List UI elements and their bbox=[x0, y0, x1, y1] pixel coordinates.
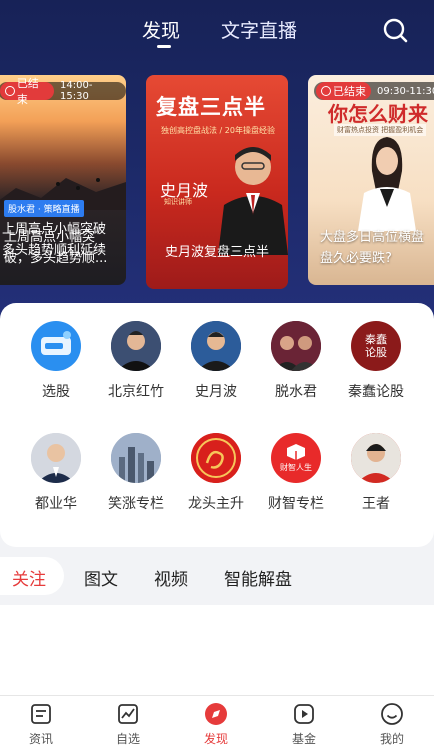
time-range: 09:30-11:30 bbox=[377, 85, 434, 97]
left-card-caption: 上周高点小幅突 破，多头趋势顺... bbox=[4, 227, 107, 269]
active-tab-indicator bbox=[157, 45, 171, 48]
column-label: 史月波 bbox=[195, 384, 237, 400]
card-caption: 大盘多日高位横盘 盘久必要跌? bbox=[320, 227, 434, 269]
column-grid-panel: 选股 北京红竹 史月波 脱水君 秦蠢论股 秦蠢论股 都业华 笑涨专栏 龙头主升 … bbox=[0, 303, 434, 547]
live-card-middle[interactable]: 复盘三点半 独创高控盘战法 / 20年操盘经验 史月波 知识讲师 史月波复盘三点… bbox=[146, 75, 288, 289]
bottom-nav: 资讯 自选 发现 基金 我的 bbox=[0, 695, 434, 750]
nav-item-watchlist[interactable]: 自选 bbox=[98, 702, 158, 747]
avatar bbox=[271, 321, 321, 371]
avatar-text: 财智人生 bbox=[280, 462, 312, 472]
avatar bbox=[31, 433, 81, 483]
column-item-du-yehua[interactable]: 都业华 bbox=[16, 433, 96, 513]
avatar bbox=[351, 433, 401, 483]
person-photo-icon bbox=[111, 321, 161, 371]
caption-line-2: 盘久必要跌? bbox=[320, 251, 392, 266]
nav-label: 基金 bbox=[291, 732, 316, 746]
tab-graphic[interactable]: 图文 bbox=[84, 565, 118, 590]
person-photo-icon bbox=[191, 321, 241, 371]
search-button[interactable] bbox=[381, 16, 409, 44]
nav-label: 自选 bbox=[115, 732, 140, 746]
column-label: 笑涨专栏 bbox=[108, 496, 164, 512]
column-label: 都业华 bbox=[35, 496, 77, 512]
clock-icon bbox=[5, 86, 15, 96]
person-photo-icon bbox=[351, 433, 401, 483]
status-text: 已结束 bbox=[333, 85, 366, 98]
ended-badge: 已结束 bbox=[0, 77, 55, 106]
column-label: 选股 bbox=[42, 384, 70, 400]
column-label: 北京红竹 bbox=[108, 384, 164, 400]
chart-icon bbox=[116, 702, 140, 726]
column-item-wangzhe[interactable]: 王者 bbox=[336, 433, 416, 513]
discover-header-area: 发现 文字直播 已结束 14:00-15:30 股水君 · 策略直播 上周高点小… bbox=[0, 0, 434, 330]
avatar bbox=[111, 321, 161, 371]
news-icon bbox=[29, 702, 53, 726]
fund-icon bbox=[292, 702, 316, 726]
avatar bbox=[191, 321, 241, 371]
profile-icon bbox=[380, 702, 404, 726]
caption-line-1: 大盘多日高位横盘 bbox=[320, 230, 425, 245]
host-photo bbox=[218, 147, 288, 255]
column-label: 龙头主升 bbox=[188, 496, 244, 512]
card-caption: 史月波复盘三点半 bbox=[164, 245, 269, 260]
program-title: 你怎么财来 bbox=[328, 102, 428, 126]
dragon-emblem-icon bbox=[191, 433, 241, 483]
tab-text-live[interactable]: 文字直播 bbox=[221, 16, 297, 43]
avatar bbox=[111, 433, 161, 483]
column-item-qinchun-lungu[interactable]: 秦蠢论股 秦蠢论股 bbox=[336, 321, 416, 401]
tab-video[interactable]: 视频 bbox=[154, 565, 188, 590]
clock-icon bbox=[321, 86, 331, 96]
box-logo-icon bbox=[287, 443, 305, 460]
city-skyline-icon bbox=[111, 433, 161, 483]
status-pill: 已结束 14:00-15:30 bbox=[0, 77, 126, 106]
nav-label: 资讯 bbox=[28, 732, 53, 746]
tab-discover[interactable]: 发现 bbox=[142, 16, 180, 43]
avatar-text: 秦蠢论股 bbox=[365, 333, 387, 359]
search-icon bbox=[383, 18, 408, 43]
host-photo bbox=[358, 137, 416, 231]
column-item-longtou-zhusheng[interactable]: 龙头主升 bbox=[176, 433, 256, 513]
caption-line-1: 上周高点小幅突 bbox=[4, 230, 96, 245]
tab-follow[interactable]: 关注 bbox=[12, 565, 46, 590]
time-range: 14:00-15:30 bbox=[60, 80, 93, 102]
calligraphy-avatar: 秦蠢论股 bbox=[351, 321, 401, 371]
column-label: 秦蠢论股 bbox=[348, 384, 404, 400]
person-photo-icon bbox=[31, 433, 81, 483]
caption-line-2: 破，多头趋势顺... bbox=[4, 251, 108, 266]
top-tab-bar: 发现 文字直播 bbox=[0, 14, 434, 54]
status-text: 已结束 bbox=[16, 77, 39, 106]
column-item-xiaozhang[interactable]: 笑涨专栏 bbox=[96, 433, 176, 513]
caizhi-avatar: 财智人生 bbox=[271, 433, 321, 483]
column-item-caizhi[interactable]: 财智人生 财智专栏 bbox=[256, 433, 336, 513]
nav-item-news[interactable]: 资讯 bbox=[11, 702, 71, 747]
stock-pick-icon bbox=[41, 331, 71, 355]
tab-smart-analysis[interactable]: 智能解盘 bbox=[224, 565, 292, 590]
column-item-beijing-hongzhu[interactable]: 北京红竹 bbox=[96, 321, 176, 401]
nav-item-discover[interactable]: 发现 bbox=[186, 702, 246, 747]
nav-item-profile[interactable]: 我的 bbox=[362, 702, 422, 747]
column-label: 脱水君 bbox=[275, 384, 317, 400]
nav-label: 发现 bbox=[203, 732, 228, 746]
xuangu-avatar bbox=[31, 321, 81, 371]
column-item-tuoshuijun[interactable]: 脱水君 bbox=[256, 321, 336, 401]
program-title: 复盘三点半 bbox=[156, 95, 266, 119]
column-label: 财智专栏 bbox=[268, 496, 324, 512]
group-photo-icon bbox=[271, 321, 321, 371]
column-item-shi-yuebo[interactable]: 史月波 bbox=[176, 321, 256, 401]
avatar bbox=[191, 433, 241, 483]
discover-icon bbox=[204, 702, 228, 726]
host-title: 知识讲师 bbox=[164, 198, 192, 206]
column-label: 王者 bbox=[362, 496, 390, 512]
feed-area bbox=[0, 605, 434, 695]
column-item-xuangu[interactable]: 选股 bbox=[16, 321, 96, 401]
live-card-right[interactable]: 已结束 09:30-11:30 你怎么财来 财富热点投资 把握盈利机会 大盘多日… bbox=[308, 75, 434, 285]
content-tab-bar: 关注 图文 视频 智能解盘 bbox=[0, 547, 434, 605]
live-tag: 股水君 · 策略直播 bbox=[4, 200, 84, 217]
nav-item-fund[interactable]: 基金 bbox=[274, 702, 334, 747]
nav-label: 我的 bbox=[379, 732, 404, 746]
